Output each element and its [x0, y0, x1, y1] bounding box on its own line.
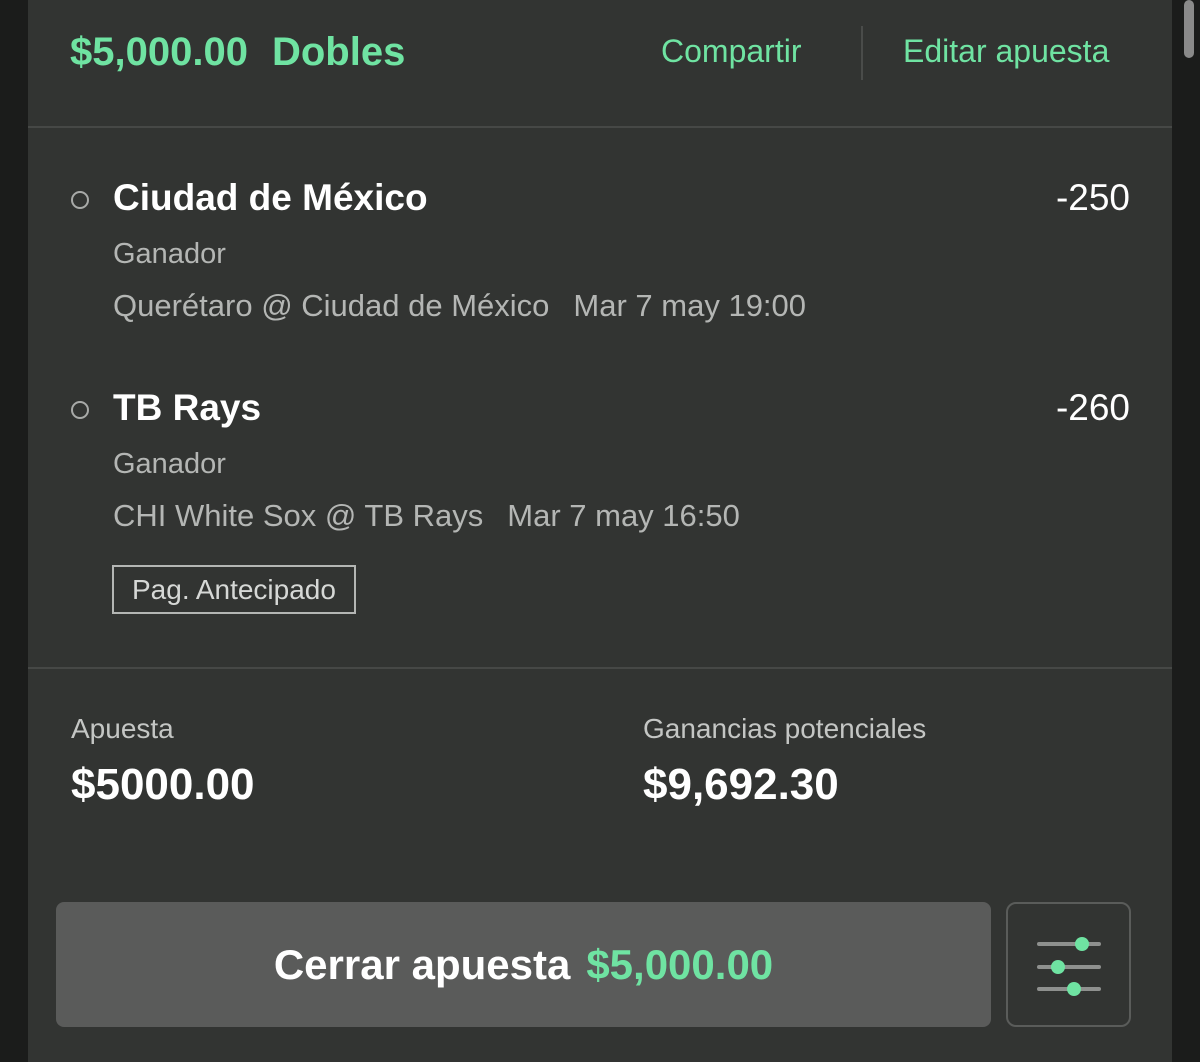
share-button[interactable]: Compartir [661, 33, 801, 70]
leg-event: Querétaro @ Ciudad de México Mar 7 may 19… [113, 288, 806, 324]
stake-value: $5000.00 [71, 760, 255, 809]
leg-event: CHI White Sox @ TB Rays Mar 7 may 16:50 [113, 498, 740, 534]
leg-event-datetime: Mar 7 may 19:00 [573, 288, 807, 323]
scrollbar[interactable] [1184, 0, 1194, 58]
leg-event-teams: CHI White Sox @ TB Rays [113, 498, 484, 533]
divider [861, 26, 863, 80]
stake-label: Apuesta [71, 713, 174, 744]
settings-button[interactable] [1006, 902, 1131, 1027]
bet-type: Dobles [271, 30, 406, 74]
leg-status-circle-icon [71, 401, 89, 419]
leg-event-teams: Querétaro @ Ciudad de México [113, 288, 550, 323]
early-payout-badge: Pag. Antecipado [112, 565, 356, 614]
bet-card: $5,000.00 Dobles Compartir Editar apuest… [28, 0, 1172, 1062]
potential-winnings-value: $9,692.30 [643, 760, 839, 809]
edit-bet-button[interactable]: Editar apuesta [903, 33, 1109, 70]
leg-status-circle-icon [71, 191, 89, 209]
leg-market: Ganador [113, 238, 226, 270]
cash-out-label: Cerrar apuesta [273, 940, 571, 988]
divider [28, 667, 1172, 669]
leg-market: Ganador [113, 448, 226, 480]
leg-selection: Ciudad de México [113, 177, 428, 218]
cash-out-button[interactable]: Cerrar apuesta $5,000.00 [56, 902, 991, 1027]
leg-event-datetime: Mar 7 may 16:50 [507, 498, 740, 533]
bet-title: $5,000.00 Dobles [70, 30, 405, 75]
sliders-icon [1037, 937, 1101, 996]
leg-odds: -260 [1055, 387, 1130, 428]
divider [28, 126, 1172, 128]
bet-header: $5,000.00 Dobles Compartir Editar apuest… [28, 0, 1172, 128]
cash-out-amount: $5,000.00 [586, 940, 774, 988]
bet-amount: $5,000.00 [70, 30, 248, 74]
leg-selection: TB Rays [113, 387, 262, 428]
potential-winnings-label: Ganancias potenciales [643, 713, 927, 744]
leg-odds: -250 [1055, 177, 1130, 218]
